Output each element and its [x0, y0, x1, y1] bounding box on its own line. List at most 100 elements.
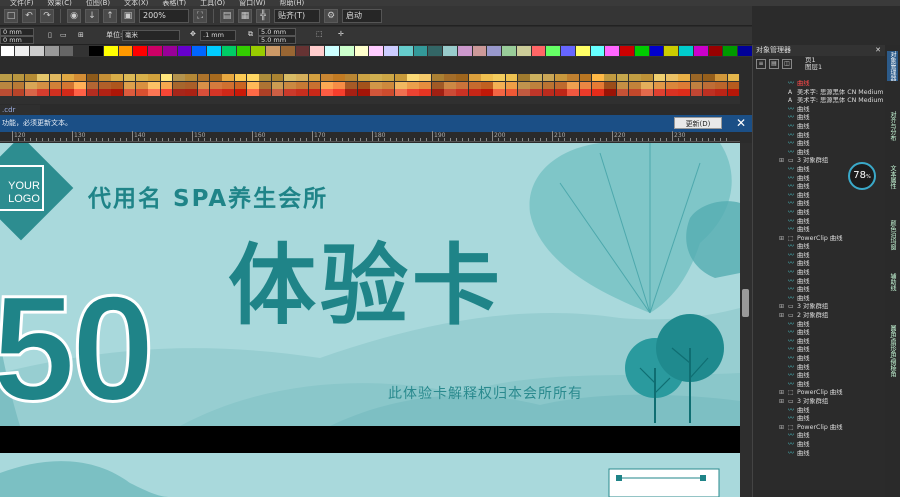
palette-swatch[interactable] [259, 81, 271, 89]
side-tab[interactable]: 文本属性 [887, 165, 898, 189]
tree-item-curve[interactable]: 〰曲线 [753, 450, 886, 459]
palette-swatch[interactable] [308, 81, 321, 89]
palette-swatch[interactable] [111, 74, 123, 81]
palette-swatch[interactable] [320, 74, 333, 81]
palette-swatch[interactable] [123, 89, 136, 96]
x-position-field[interactable]: 0 mm [0, 28, 34, 36]
update-button[interactable]: 更新(D) [674, 117, 722, 129]
palette-swatch[interactable] [74, 46, 88, 56]
palette-swatch[interactable] [616, 89, 629, 96]
tree-item-text[interactable]: A 美术字: 思源黑体 CN Medium [753, 89, 886, 98]
palette-swatch[interactable] [209, 81, 222, 89]
palette-swatch[interactable] [370, 81, 382, 89]
tree-item-curve[interactable]: 〰曲线 [753, 218, 886, 227]
side-tab[interactable]: 对齐与分布 [887, 111, 898, 141]
palette-swatch[interactable] [370, 89, 382, 96]
palette-swatch[interactable] [575, 46, 590, 56]
palette-swatch[interactable] [678, 74, 691, 81]
palette-swatch[interactable] [413, 46, 428, 56]
tree-item-curve[interactable]: 〰曲线 [753, 432, 886, 441]
crosshair-icon[interactable]: ✛ [338, 30, 344, 38]
palette-swatch[interactable] [266, 46, 280, 56]
palette-swatch[interactable] [561, 46, 575, 56]
palette-swatch[interactable] [664, 46, 678, 56]
palette-swatch[interactable] [222, 89, 234, 96]
palette-swatch[interactable] [590, 46, 605, 56]
palette-swatch[interactable] [283, 74, 296, 81]
palette-swatch[interactable] [185, 74, 197, 81]
palette-swatch[interactable] [246, 89, 259, 96]
palette-swatch[interactable] [567, 74, 580, 81]
palette-swatch[interactable] [382, 81, 395, 89]
tree-item-curve[interactable]: 〰曲线 [753, 140, 886, 149]
palette-swatch[interactable] [133, 46, 147, 56]
palette-swatch[interactable] [468, 74, 481, 81]
palette-swatch[interactable] [320, 89, 333, 96]
tree-item-powerclip[interactable]: ⊞ ⬚ PowerClip 曲线 [753, 424, 886, 433]
palette-swatch[interactable] [604, 74, 617, 81]
palette-swatch[interactable] [679, 46, 693, 56]
palette-swatch[interactable] [678, 89, 691, 96]
palette-swatch[interactable] [407, 74, 419, 81]
palette-swatch[interactable] [444, 81, 456, 89]
palette-swatch[interactable] [123, 74, 136, 81]
palette-swatch[interactable] [160, 89, 173, 96]
tree-item-curve[interactable]: 〰曲线 [753, 149, 886, 158]
palette-swatch[interactable] [44, 46, 59, 56]
palette-swatch[interactable] [457, 46, 472, 56]
palette-swatch[interactable] [89, 46, 103, 56]
palette-swatch[interactable] [690, 81, 703, 89]
palette-swatch[interactable] [370, 74, 382, 81]
palette-swatch[interactable] [678, 81, 691, 89]
palette-swatch[interactable] [209, 89, 222, 96]
tree-item-curve[interactable]: 〰曲线 [753, 243, 886, 252]
palette-swatch[interactable] [579, 74, 592, 81]
palette-swatch[interactable] [207, 46, 221, 56]
palette-swatch[interactable] [296, 89, 308, 96]
palette-swatch[interactable] [555, 74, 567, 81]
palette-swatch[interactable] [86, 74, 99, 81]
palette-swatch[interactable] [518, 74, 530, 81]
palette-swatch[interactable] [653, 74, 666, 81]
palette-swatch[interactable] [703, 89, 715, 96]
palette-swatch[interactable] [444, 74, 456, 81]
grid-icon[interactable]: ▦ [238, 8, 252, 23]
tree-item-text[interactable]: A 美术字: 思源黑体 CN Medium [753, 97, 886, 106]
palette-swatch[interactable] [24, 89, 37, 96]
tree-item-curve[interactable]: 〰曲线 [753, 295, 886, 304]
palette-swatch[interactable] [407, 89, 419, 96]
palette-swatch[interactable] [505, 74, 518, 81]
duplicate-y-field[interactable]: 5.0 mm [258, 36, 296, 44]
tree-item-curve[interactable]: 〰曲线 [753, 123, 886, 132]
palette-swatch[interactable] [345, 81, 358, 89]
palette-swatch[interactable] [197, 74, 210, 81]
palette-swatch[interactable] [357, 89, 370, 96]
palette-swatch[interactable] [172, 81, 185, 89]
palette-swatch[interactable] [493, 81, 506, 89]
palette-swatch[interactable] [296, 81, 308, 89]
tree-item-curve[interactable]: 〰曲线 [753, 321, 886, 330]
palette-swatch[interactable] [246, 81, 259, 89]
guidelines-icon[interactable]: ╬ [256, 8, 270, 23]
tree-item-curve[interactable]: 〰曲线 [753, 226, 886, 235]
palette-swatch[interactable] [74, 89, 86, 96]
palette-swatch[interactable] [592, 89, 604, 96]
palette-swatch[interactable] [666, 89, 678, 96]
color-palette-expanded[interactable] [0, 74, 740, 104]
palette-swatch[interactable] [234, 89, 247, 96]
palette-swatch[interactable] [419, 81, 432, 89]
palette-swatch[interactable] [468, 81, 481, 89]
units-dropdown[interactable]: 毫米 [122, 30, 180, 41]
palette-swatch[interactable] [49, 81, 62, 89]
palette-swatch[interactable] [333, 74, 345, 81]
tree-item-curve[interactable]: 〰曲线 [753, 192, 886, 201]
palette-swatch[interactable] [197, 81, 210, 89]
palette-swatch[interactable] [283, 81, 296, 89]
duplicate-x-field[interactable]: 5.0 mm [258, 28, 296, 36]
expand-icon[interactable]: ⊞ [779, 389, 784, 398]
palette-swatch[interactable] [444, 89, 456, 96]
scrollbar-thumb[interactable] [742, 289, 749, 317]
palette-swatch[interactable] [431, 74, 444, 81]
palette-swatch[interactable] [516, 46, 531, 56]
palette-swatch[interactable] [15, 46, 29, 56]
